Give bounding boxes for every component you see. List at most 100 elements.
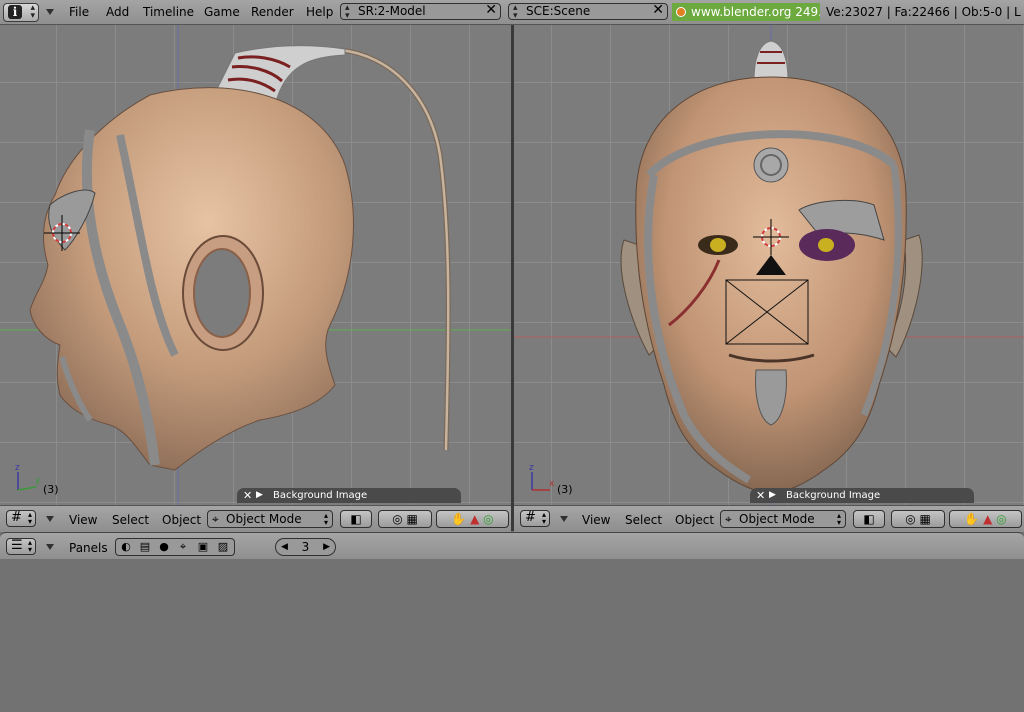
menu-panels[interactable]: Panels bbox=[69, 541, 108, 555]
mode-selector[interactable]: ⌖ Object Mode ▴ ▾ bbox=[720, 510, 846, 528]
pivot-icon: ◎ ▦ bbox=[905, 512, 931, 526]
grid-icon: # bbox=[11, 510, 22, 525]
cable-highlight bbox=[339, 48, 450, 451]
panel-context-buttons[interactable]: ◐ ▤ ● ⌖ ▣ ▨ bbox=[115, 538, 235, 556]
info-header: i ▴ ▾ File Add Timeline Game Render Help … bbox=[0, 0, 1024, 25]
menu-file[interactable]: File bbox=[69, 5, 89, 19]
window-type-button[interactable]: # ▴ ▾ bbox=[6, 510, 36, 527]
collapse-menu-triangle-icon[interactable] bbox=[46, 516, 54, 522]
background-image-panel[interactable]: ✕ ▶ Background Image bbox=[750, 488, 974, 503]
menu-add[interactable]: Add bbox=[106, 5, 129, 19]
object-icon[interactable]: ⌖ bbox=[175, 540, 191, 554]
manipulator-buttons[interactable]: ✋ ▲ ◎ bbox=[949, 510, 1022, 528]
close-icon[interactable]: ✕ bbox=[485, 3, 497, 18]
updown-arrows-icon: ▴ ▾ bbox=[323, 511, 328, 527]
object-mode-icon: ⌖ bbox=[725, 512, 732, 526]
hand-icon[interactable]: ✋ bbox=[451, 512, 466, 526]
viewport-header-right: # ▴ ▾ View Select Object ⌖ Object Mode ▴ ▾… bbox=[514, 505, 1024, 532]
play-triangle-icon[interactable]: ▶ bbox=[256, 488, 263, 503]
mode-selector[interactable]: ⌖ Object Mode ▴ ▾ bbox=[207, 510, 333, 528]
svg-text:z: z bbox=[15, 463, 20, 473]
3d-viewport-side[interactable]: z y (3) ✕ ▶ Background Image bbox=[0, 25, 511, 505]
scene-selector[interactable]: ▴ ▾ SCE:Scene ✕ bbox=[508, 3, 668, 21]
pivot-icon: ◎ ▦ bbox=[392, 512, 418, 526]
updown-arrows-icon: ▴ ▾ bbox=[30, 3, 35, 21]
head-front-shape bbox=[635, 76, 907, 494]
svg-text:z: z bbox=[529, 463, 534, 473]
rotate-ring-icon[interactable]: ◎ bbox=[996, 512, 1006, 526]
menu-select[interactable]: Select bbox=[625, 513, 662, 527]
object-mode-icon: ⌖ bbox=[212, 512, 219, 526]
collapse-menu-triangle-icon[interactable] bbox=[46, 9, 54, 15]
menu-render[interactable]: Render bbox=[251, 5, 294, 19]
screen-selector[interactable]: ▴ ▾ SR:2-Model ✕ bbox=[340, 3, 501, 21]
menu-view[interactable]: View bbox=[69, 513, 97, 527]
svg-text:x: x bbox=[549, 479, 555, 489]
menu-select[interactable]: Select bbox=[112, 513, 149, 527]
frame-number-field[interactable]: ◀ 3 ▶ bbox=[275, 538, 336, 556]
collapse-menu-triangle-icon[interactable] bbox=[46, 544, 54, 550]
blender-logo-icon bbox=[676, 7, 686, 17]
script-icon[interactable]: ▤ bbox=[137, 540, 153, 554]
close-icon[interactable]: ✕ bbox=[756, 488, 765, 503]
buttons-window-area bbox=[0, 559, 1024, 712]
window-type-button[interactable]: i ▴ ▾ bbox=[3, 3, 39, 22]
updown-arrows-icon: ▴ ▾ bbox=[27, 538, 32, 554]
draw-type-button[interactable]: ◧ bbox=[853, 510, 885, 528]
collapse-menu-triangle-icon[interactable] bbox=[560, 516, 568, 522]
editing-icon[interactable]: ▣ bbox=[195, 540, 211, 554]
mode-label: Object Mode bbox=[226, 512, 302, 526]
hand-icon[interactable]: ✋ bbox=[964, 512, 979, 526]
shaded-cube-icon: ◧ bbox=[863, 512, 875, 526]
mode-label: Object Mode bbox=[739, 512, 815, 526]
menu-object[interactable]: Object bbox=[675, 513, 714, 527]
viewport-separator[interactable] bbox=[511, 25, 514, 531]
translate-triangle-icon[interactable]: ▲ bbox=[470, 512, 479, 526]
shaded-cube-icon: ◧ bbox=[350, 512, 362, 526]
pivot-button[interactable]: ◎ ▦ bbox=[891, 510, 945, 528]
svg-text:y: y bbox=[35, 476, 41, 486]
layer-number: (3) bbox=[43, 483, 59, 496]
screen-name[interactable]: SR:2-Model bbox=[358, 4, 426, 19]
updown-arrows-icon: ▴ ▾ bbox=[27, 510, 32, 526]
shading-icon[interactable]: ● bbox=[156, 540, 172, 554]
rotate-ring-icon[interactable]: ◎ bbox=[483, 512, 493, 526]
scene-name[interactable]: SCE:Scene bbox=[526, 4, 590, 19]
logic-icon[interactable]: ◐ bbox=[118, 540, 134, 554]
forehead-disk-shape bbox=[753, 147, 789, 183]
pivot-button[interactable]: ◎ ▦ bbox=[378, 510, 432, 528]
cable-shape bbox=[339, 47, 451, 451]
buttons-window-header: ☰ ▴ ▾ Panels ◐ ▤ ● ⌖ ▣ ▨ ◀ 3 ▶ bbox=[0, 532, 1024, 560]
menu-timeline[interactable]: Timeline bbox=[143, 5, 194, 19]
menu-object[interactable]: Object bbox=[162, 513, 201, 527]
menu-help[interactable]: Help bbox=[306, 5, 333, 19]
close-icon[interactable]: ✕ bbox=[243, 488, 252, 503]
front-view-render: z x bbox=[514, 25, 1024, 505]
menu-view[interactable]: View bbox=[582, 513, 610, 527]
website-text: www.blender.org 249.2 bbox=[691, 5, 820, 19]
right-eye-shape bbox=[818, 238, 834, 252]
background-image-label: Background Image bbox=[273, 490, 368, 501]
manipulator-buttons[interactable]: ✋ ▲ ◎ bbox=[436, 510, 509, 528]
updown-arrows-icon: ▴ ▾ bbox=[345, 3, 350, 21]
grid-icon: # bbox=[525, 510, 536, 525]
draw-type-button[interactable]: ◧ bbox=[340, 510, 372, 528]
background-image-panel[interactable]: ✕ ▶ Background Image bbox=[237, 488, 461, 503]
website-link[interactable]: www.blender.org 249.2 bbox=[672, 3, 820, 21]
side-view-render: z y bbox=[0, 25, 511, 505]
buttons-window-icon: ☰ bbox=[11, 538, 23, 553]
updown-arrows-icon: ▴ ▾ bbox=[836, 511, 841, 527]
updown-arrows-icon: ▴ ▾ bbox=[541, 510, 546, 526]
left-eye-shape bbox=[710, 238, 726, 252]
info-icon: i bbox=[8, 5, 22, 19]
play-triangle-icon[interactable]: ▶ bbox=[769, 488, 776, 503]
close-icon[interactable]: ✕ bbox=[652, 3, 664, 18]
menu-game[interactable]: Game bbox=[204, 5, 240, 19]
translate-triangle-icon[interactable]: ▲ bbox=[983, 512, 992, 526]
scene-icon[interactable]: ▨ bbox=[215, 540, 231, 554]
window-type-button[interactable]: ☰ ▴ ▾ bbox=[6, 538, 36, 555]
background-image-label: Background Image bbox=[786, 490, 881, 501]
3d-viewport-front[interactable]: z x (3) ✕ ▶ Background Image bbox=[514, 25, 1024, 505]
increment-arrow-icon[interactable]: ▶ bbox=[323, 539, 330, 555]
window-type-button[interactable]: # ▴ ▾ bbox=[520, 510, 550, 527]
